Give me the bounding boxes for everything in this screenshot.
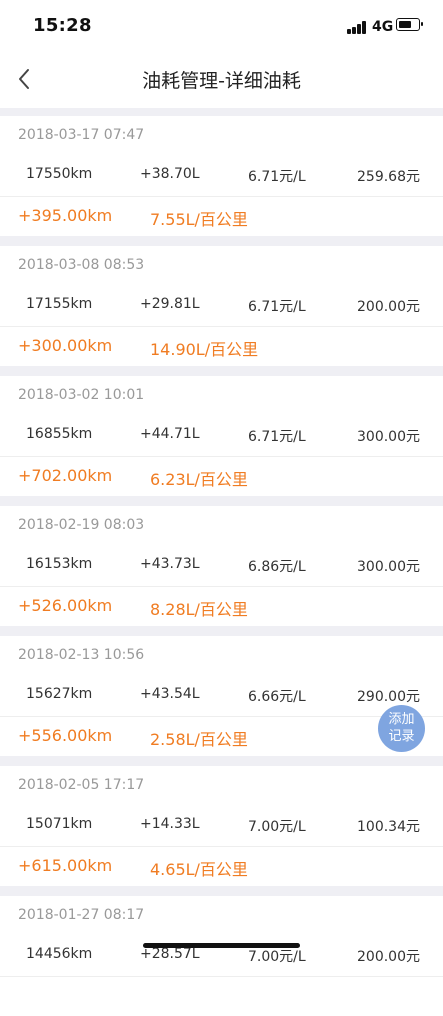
record-consumption: 7.55L/百公里 (150, 210, 248, 229)
fuel-record[interactable]: 2018-03-17 07:47 17550km +38.70L 6.71元/L… (0, 116, 443, 236)
record-cost: 259.68元 (357, 169, 420, 185)
record-fuel: +43.54L (140, 686, 200, 702)
record-consumption: 14.90L/百公里 (150, 340, 259, 359)
record-price: 6.71元/L (248, 169, 306, 185)
record-cost: 290.00元 (357, 689, 420, 705)
record-cost: 300.00元 (357, 429, 420, 445)
record-price: 6.66元/L (248, 689, 306, 705)
record-date: 2018-01-27 08:17 (18, 907, 145, 923)
fuel-record[interactable]: 2018-02-05 17:17 15071km +14.33L 7.00元/L… (0, 766, 443, 886)
record-fuel: +38.70L (140, 166, 200, 182)
record-distance: +300.00km (18, 336, 113, 355)
record-cost: 100.34元 (357, 819, 420, 835)
record-price: 6.71元/L (248, 429, 306, 445)
record-odometer: 16153km (26, 556, 93, 572)
record-price: 6.86元/L (248, 559, 306, 575)
record-consumption: 6.23L/百公里 (150, 470, 248, 489)
record-date: 2018-02-19 08:03 (18, 517, 145, 533)
record-cost: 200.00元 (357, 299, 420, 315)
fuel-record[interactable]: 2018-01-27 08:17 14456km +28.57L 7.00元/L… (0, 896, 443, 1016)
record-distance: +615.00km (18, 856, 113, 875)
record-date: 2018-03-08 08:53 (18, 257, 145, 273)
signal-icon (347, 20, 368, 34)
add-record-label-line1: 添加 (388, 712, 415, 727)
add-record-label-line2: 记录 (388, 729, 415, 744)
record-consumption: 2.58L/百公里 (150, 730, 248, 749)
status-time: 15:28 (33, 15, 92, 36)
record-fuel: +29.81L (140, 296, 200, 312)
home-indicator (143, 943, 300, 948)
record-distance: +395.00km (18, 206, 113, 225)
record-odometer: 17155km (26, 296, 93, 312)
network-type: 4G (372, 19, 394, 35)
add-record-button[interactable]: 添加 记录 (378, 705, 425, 752)
record-price: 7.00元/L (248, 949, 306, 965)
record-cost: 200.00元 (357, 949, 420, 965)
record-odometer: 15071km (26, 816, 93, 832)
status-bar: 15:28 4G (0, 0, 443, 52)
fuel-record[interactable]: 2018-03-02 10:01 16855km +44.71L 6.71元/L… (0, 376, 443, 496)
record-distance: +556.00km (18, 726, 113, 745)
record-date: 2018-02-05 17:17 (18, 777, 145, 793)
record-fuel: +44.71L (140, 426, 200, 442)
fuel-record-list[interactable]: 2018-03-17 07:47 17550km +38.70L 6.71元/L… (0, 108, 443, 1016)
fuel-record[interactable]: 2018-02-19 08:03 16153km +43.73L 6.86元/L… (0, 506, 443, 626)
record-price: 6.71元/L (248, 299, 306, 315)
fuel-record[interactable]: 2018-02-13 10:56 15627km +43.54L 6.66元/L… (0, 636, 443, 756)
nav-bar: 油耗管理-详细油耗 (0, 52, 443, 108)
battery-icon (396, 18, 423, 31)
record-price: 7.00元/L (248, 819, 306, 835)
record-distance: +702.00km (18, 466, 113, 485)
record-odometer: 16855km (26, 426, 93, 442)
page-title: 油耗管理-详细油耗 (142, 70, 301, 92)
record-distance: +526.00km (18, 596, 113, 615)
record-fuel: +43.73L (140, 556, 200, 572)
record-consumption: 4.65L/百公里 (150, 860, 248, 879)
record-date: 2018-03-17 07:47 (18, 127, 145, 143)
record-cost: 300.00元 (357, 559, 420, 575)
record-date: 2018-03-02 10:01 (18, 387, 145, 403)
fuel-record[interactable]: 2018-03-08 08:53 17155km +29.81L 6.71元/L… (0, 246, 443, 366)
record-odometer: 17550km (26, 166, 93, 182)
record-consumption: 8.28L/百公里 (150, 600, 248, 619)
record-odometer: 15627km (26, 686, 93, 702)
record-fuel: +14.33L (140, 816, 200, 832)
record-date: 2018-02-13 10:56 (18, 647, 145, 663)
